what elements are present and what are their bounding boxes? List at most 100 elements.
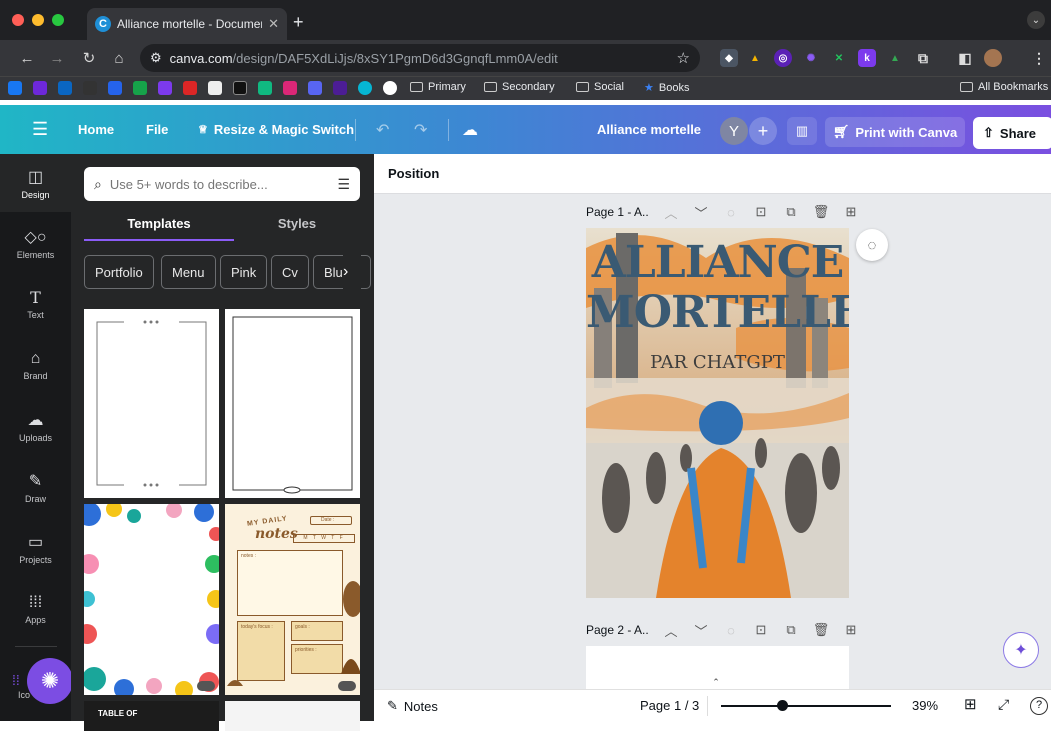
bookmark-icon[interactable] <box>233 81 247 95</box>
magic-ai-button[interactable]: ✺ <box>27 658 73 704</box>
user-avatar[interactable]: Y <box>720 117 748 145</box>
address-bar[interactable]: ⚙ canva.com /design/DAF5XdLiJjs/8xSY1Pgm… <box>140 44 700 72</box>
drive-extension-icon[interactable]: ▲ <box>886 49 904 67</box>
reload-icon[interactable]: ↻ <box>74 49 104 67</box>
zoom-slider[interactable] <box>721 705 891 707</box>
share-button[interactable]: ⇧ Share <box>973 117 1051 149</box>
bookmark-icon[interactable] <box>208 81 222 95</box>
rail-item-projects[interactable]: ▭ Projects <box>0 519 71 577</box>
undo-icon[interactable]: ↶ <box>376 105 389 154</box>
bookmark-folder-social[interactable]: Social <box>576 81 624 93</box>
bookmark-icon[interactable] <box>158 81 172 95</box>
chip-pink[interactable]: Pink <box>220 255 268 289</box>
bookmark-icon[interactable] <box>33 81 47 95</box>
bookmark-star-icon[interactable]: ☆ <box>677 49 690 67</box>
template-thumbnail[interactable] <box>84 504 219 695</box>
lock-icon[interactable]: ⊡ <box>746 204 776 220</box>
home-icon[interactable]: ⌂ <box>104 50 134 67</box>
bookmark-icon[interactable] <box>133 81 147 95</box>
back-icon[interactable]: ← <box>12 50 42 67</box>
chips-next-icon[interactable]: › <box>343 255 361 289</box>
flask-extension-icon[interactable]: ▲ <box>746 49 764 67</box>
template-thumbnail[interactable]: TABLE OF <box>84 701 219 731</box>
discord-bookmark-icon[interactable] <box>308 81 322 95</box>
book-cover-page[interactable]: ALLIANCE MORTELLE PAR CHATGPT <box>586 228 849 598</box>
extension-icon[interactable]: k <box>858 49 876 67</box>
add-page-icon[interactable]: ⊞ <box>836 204 866 220</box>
extension-icon[interactable]: ◎ <box>774 49 792 67</box>
delete-page-icon[interactable]: 🗑︎ <box>806 204 836 220</box>
new-tab-icon[interactable]: + <box>293 12 304 33</box>
lock-icon[interactable]: ⊡ <box>746 622 776 638</box>
move-down-icon[interactable]: ﹀ <box>686 203 716 222</box>
page1-label[interactable]: Page 1 - A.. <box>586 205 656 219</box>
filter-sliders-icon[interactable]: ☰ <box>337 176 350 193</box>
cover-title-line2[interactable]: MORTELLE <box>586 290 849 336</box>
delete-page-icon[interactable]: 🗑︎ <box>806 622 836 638</box>
zoom-level[interactable]: 39% <box>912 698 938 713</box>
side-panel-icon[interactable]: ◧ <box>956 49 974 67</box>
tab-styles[interactable]: Styles <box>222 211 372 241</box>
zoom-slider-handle[interactable] <box>777 700 788 711</box>
bookmark-icon[interactable] <box>383 81 397 95</box>
template-thumbnail-daily-notes[interactable]: MY DAILY notes Date : M T W T F notes : … <box>225 504 360 695</box>
help-icon[interactable]: ? <box>1030 697 1048 715</box>
search-input[interactable] <box>109 176 330 192</box>
hide-page-icon[interactable]: ◌ <box>716 623 746 638</box>
page-indicator[interactable]: Page 1 / 3 <box>640 698 699 713</box>
notes-button[interactable]: ✎ Notes <box>387 698 438 714</box>
bookmark-icon[interactable] <box>333 81 347 95</box>
rail-item-text[interactable]: T Text <box>0 275 71 333</box>
browser-tab[interactable]: C Alliance mortelle - Document ✕ <box>87 8 287 40</box>
rail-item-uploads[interactable]: ☁ Uploads <box>0 397 71 455</box>
extension-icon[interactable]: ◆ <box>720 49 738 67</box>
position-button[interactable]: Position <box>388 166 439 181</box>
file-menu-button[interactable]: File <box>146 105 168 154</box>
rail-item-draw[interactable]: ✎ Draw <box>0 458 71 516</box>
grid-view-icon[interactable]: ⊞ <box>964 695 977 713</box>
menu-hamburger-icon[interactable]: ☰ <box>32 105 48 154</box>
bookmark-icon[interactable] <box>108 81 122 95</box>
forward-icon[interactable]: → <box>42 50 72 67</box>
add-page-icon[interactable]: ⊞ <box>836 622 866 638</box>
move-up-icon[interactable]: ︿ <box>656 621 686 640</box>
tab-templates[interactable]: Templates <box>84 211 234 241</box>
extension-icon[interactable]: ✕ <box>830 49 848 67</box>
profile-avatar[interactable] <box>984 49 1002 67</box>
rail-item-brand[interactable]: ⌂ Brand <box>0 336 71 394</box>
canva-bookmark-icon[interactable] <box>358 81 372 95</box>
cover-subtitle[interactable]: PAR CHATGPT <box>586 352 849 373</box>
linkedin-bookmark-icon[interactable] <box>58 81 72 95</box>
chip-menu[interactable]: Menu <box>161 255 216 289</box>
add-collaborator-icon[interactable]: + <box>749 117 777 145</box>
add-comment-icon[interactable]: ◌ <box>856 229 888 261</box>
chip-cv[interactable]: Cv <box>271 255 309 289</box>
template-thumbnail[interactable] <box>225 701 360 731</box>
bookmark-icon[interactable] <box>83 81 97 95</box>
close-window-dot[interactable] <box>12 14 24 26</box>
tab-search-icon[interactable]: ⌄ <box>1027 11 1045 29</box>
chip-portfolio[interactable]: Portfolio <box>84 255 154 289</box>
move-up-icon[interactable]: ︿ <box>656 203 686 222</box>
bookmark-folder-secondary[interactable]: Secondary <box>484 81 555 93</box>
extension-icon[interactable]: ✺ <box>802 49 820 67</box>
bookmark-icon[interactable] <box>8 81 22 95</box>
redo-icon[interactable]: ↷ <box>414 105 427 154</box>
insights-chart-icon[interactable]: ▥ <box>787 117 817 145</box>
duplicate-page-icon[interactable]: ⧉ <box>776 204 806 220</box>
bookmark-icon[interactable] <box>258 81 272 95</box>
cover-title-line1[interactable]: ALLIANCE <box>586 240 849 286</box>
magic-assistant-icon[interactable]: ✦ <box>1003 632 1039 668</box>
browser-menu-icon[interactable]: ⋮ <box>1030 49 1048 67</box>
fullscreen-icon[interactable]: ⤢ <box>998 696 1009 713</box>
site-info-icon[interactable]: ⚙ <box>150 50 162 66</box>
hide-page-icon[interactable]: ◌ <box>716 205 746 220</box>
document-title[interactable]: Alliance mortelle <box>597 105 701 154</box>
all-bookmarks-folder[interactable]: All Bookmarks <box>960 81 1048 93</box>
page2-label[interactable]: Page 2 - A.. <box>586 623 656 637</box>
template-thumbnail[interactable] <box>84 309 219 498</box>
resize-button[interactable]: ♕ Resize & Magic Switch <box>198 105 354 154</box>
home-button[interactable]: Home <box>78 105 114 154</box>
move-down-icon[interactable]: ﹀ <box>686 621 716 640</box>
template-search[interactable]: ⌕ ☰ <box>84 167 360 201</box>
